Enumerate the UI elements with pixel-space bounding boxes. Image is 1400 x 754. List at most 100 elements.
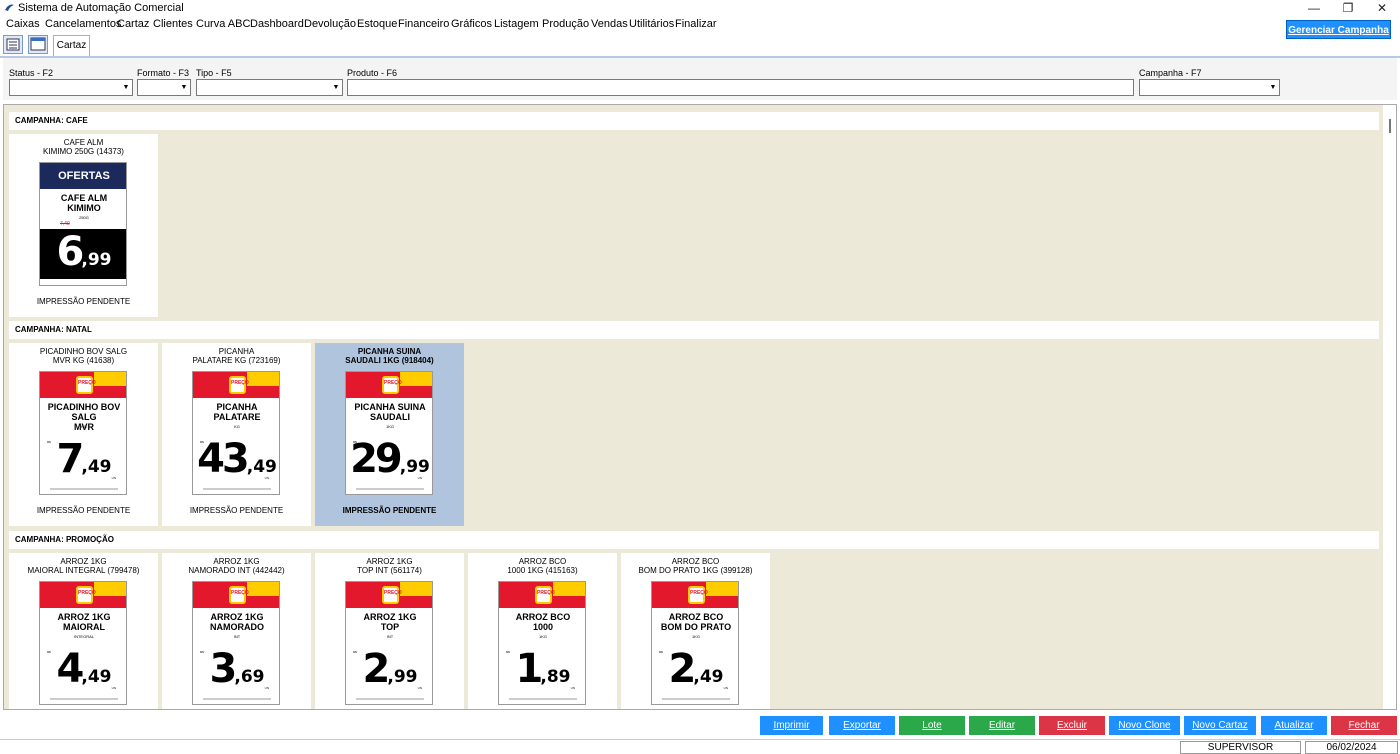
gerenciar-campanha-button[interactable]: Gerenciar Campanha [1286,20,1391,39]
menu-devolucao[interactable]: Devolução [304,18,356,30]
poster-banner: PREÇO [40,582,126,608]
card-product-name: ARROZ 1KG NAMORADO INT (442442) [188,557,285,575]
list-view-icon[interactable] [3,35,23,54]
poster-footer [356,488,424,490]
produto-label: Produto - F6 [347,68,398,78]
poster-product-title: ARROZ 1KG NAMORADO [210,612,264,632]
card-product-name: PICANHA SUINA SAUDALI 1KG (918404) [345,347,434,365]
poster-card[interactable]: PICANHA PALATARE KG (723169) PREÇO R$ UN PIC… [162,343,311,526]
campaign-title: CAMPANHA: PROMOÇÃO [15,535,114,544]
menu-listagem[interactable]: Listagem [494,18,539,30]
close-button[interactable]: ✕ [1362,0,1400,16]
price-decimal: ,49 [693,667,724,687]
poster-footer [50,488,118,490]
poster-footer [203,698,271,700]
poster-price: 4,49 [40,646,126,692]
window-view-icon[interactable] [28,35,48,54]
poster-card[interactable]: ARROZ 1KG NAMORADO INT (442442) PREÇO R$ UN… [162,553,311,709]
menu-graficos[interactable]: Gráficos [451,18,492,30]
price-decimal: ,49 [246,457,277,477]
menu-cancelamentos[interactable]: Cancelamentos [45,18,121,30]
menu-financeiro[interactable]: Financeiro [398,18,449,30]
tipo-label: Tipo - F5 [196,68,232,78]
formato-select[interactable]: ▼ [137,79,191,96]
fechar-button[interactable]: Fechar [1331,716,1397,735]
novo-clone-button[interactable]: Novo Clone [1109,716,1180,735]
filter-panel: Status - F2 ▼ Formato - F3 ▼ Tipo - F5 ▼… [3,58,1397,100]
price-integer: 2 [668,646,697,692]
poster-card[interactable]: ARROZ 1KG TOP INT (561174) PREÇO R$ UN ARROZ… [315,553,464,709]
poster-card[interactable]: ARROZ 1KG MAIORAL INTEGRAL (799478) PREÇO… [9,553,158,709]
poster-footer [203,488,271,490]
toolbar: Cartaz [0,34,1400,56]
poster-thumbnail: PREÇO R$ UN ARROZ 1KG MAIORAL INTEGRAL 4,49 [39,581,127,705]
status-select[interactable]: ▼ [9,79,133,96]
poster-product-title: ARROZ 1KG TOP [363,612,417,632]
title-bar: Sistema de Automação Comercial — ❐ ✕ [0,0,1400,16]
price-decimal: ,99 [81,250,112,270]
price-integer: 6 [56,229,85,275]
scrollbar-thumb[interactable] [1389,119,1391,133]
poster-banner: PREÇO [193,582,279,608]
poster-unit: 1KG [691,634,700,639]
preco-badge: PREÇO [382,586,402,604]
card-product-name: PICADINHO BOV SALG MVR KG (41638) [39,347,128,365]
poster-card[interactable]: ARROZ BCO 1000 1KG (415163) PREÇO R$ UN ARRO… [468,553,617,709]
campaign-title: CAMPANHA: CAFE [15,116,88,125]
tipo-select[interactable]: ▼ [196,79,343,96]
chevron-down-icon: ▼ [1269,84,1277,91]
poster-card[interactable]: PICADINHO BOV SALG MVR KG (41638) PREÇO R$… [9,343,158,526]
atualizar-button[interactable]: Atualizar [1261,716,1327,735]
novo-cartaz-button[interactable]: Novo Cartaz [1184,716,1256,735]
card-product-name: CAFE ALM KIMIMO 250G (14373) [43,138,124,156]
campaign-header: CAMPANHA: PROMOÇÃO [9,531,1379,549]
tab-cartaz[interactable]: Cartaz [53,35,90,56]
poster-card[interactable]: ARROZ BCO BOM DO PRATO 1KG (399128) PREÇO… [621,553,770,709]
exportar-button[interactable]: Exportar [829,716,895,735]
menu-vendas[interactable]: Vendas [591,18,628,30]
poster-footer [50,698,118,700]
produto-input[interactable] [347,79,1134,96]
price-decimal: ,49 [81,457,112,477]
poster-price: 2,99 [346,646,432,692]
preco-badge: PREÇO [382,376,402,394]
campanha-select[interactable]: ▼ [1139,79,1280,96]
banner-stripe [94,372,126,386]
poster-thumbnail: PREÇO R$ UN ARROZ 1KG TOP INT 2,99 [345,581,433,705]
status-label: Status - F2 [9,68,54,78]
vertical-scrollbar[interactable] [1383,105,1396,709]
poster-product-title: ARROZ BCO 1000 [515,612,571,632]
print-status: IMPRESSÃO PENDENTE [36,506,131,515]
poster-banner: PREÇO [193,372,279,398]
poster-price: 1,89 [499,646,585,692]
poster-card[interactable]: CAFE ALM KIMIMO 250G (14373) OFERTAS 7,49 C… [9,134,158,317]
poster-card[interactable]: PICANHA SUINA SAUDALI 1KG (918404) PREÇO R… [315,343,464,526]
banner-stripe [247,582,279,596]
card-product-name: PICANHA PALATARE KG (723169) [192,347,281,365]
banner-stripe [706,582,738,596]
price-decimal: ,99 [399,457,430,477]
poster-product-title: PICANHA SUINA SAUDALI [354,402,426,422]
preco-badge: PREÇO [229,586,249,604]
excluir-button[interactable]: Excluir [1039,716,1105,735]
menu-cartaz[interactable]: Cartaz [117,18,149,30]
print-status: IMPRESSÃO PENDENTE [342,506,437,515]
poster-product-title: PICANHA PALATARE [213,402,261,422]
menu-utilitarios[interactable]: Utilitários [629,18,674,30]
poster-banner: PREÇO [499,582,585,608]
menu-clientes[interactable]: Clientes [153,18,193,30]
imprimir-button[interactable]: Imprimir [760,716,823,735]
poster-unit: INTEGRAL [73,634,94,639]
poster-banner: OFERTAS [40,163,126,189]
status-bar: SUPERVISOR 06/02/2024 [0,739,1400,754]
menu-dashboard[interactable]: Dashboard [250,18,304,30]
editar-button[interactable]: Editar [969,716,1035,735]
menu-estoque[interactable]: Estoque [357,18,397,30]
poster-unit: 250G [79,215,89,220]
menu-producao[interactable]: Produção [542,18,589,30]
menu-curva-abc[interactable]: Curva ABC [196,18,250,30]
lote-button[interactable]: Lote [899,716,965,735]
menu-finalizar[interactable]: Finalizar [675,18,717,30]
poster-price: 29,99 [346,436,432,482]
menu-caixas[interactable]: Caixas [6,18,40,30]
